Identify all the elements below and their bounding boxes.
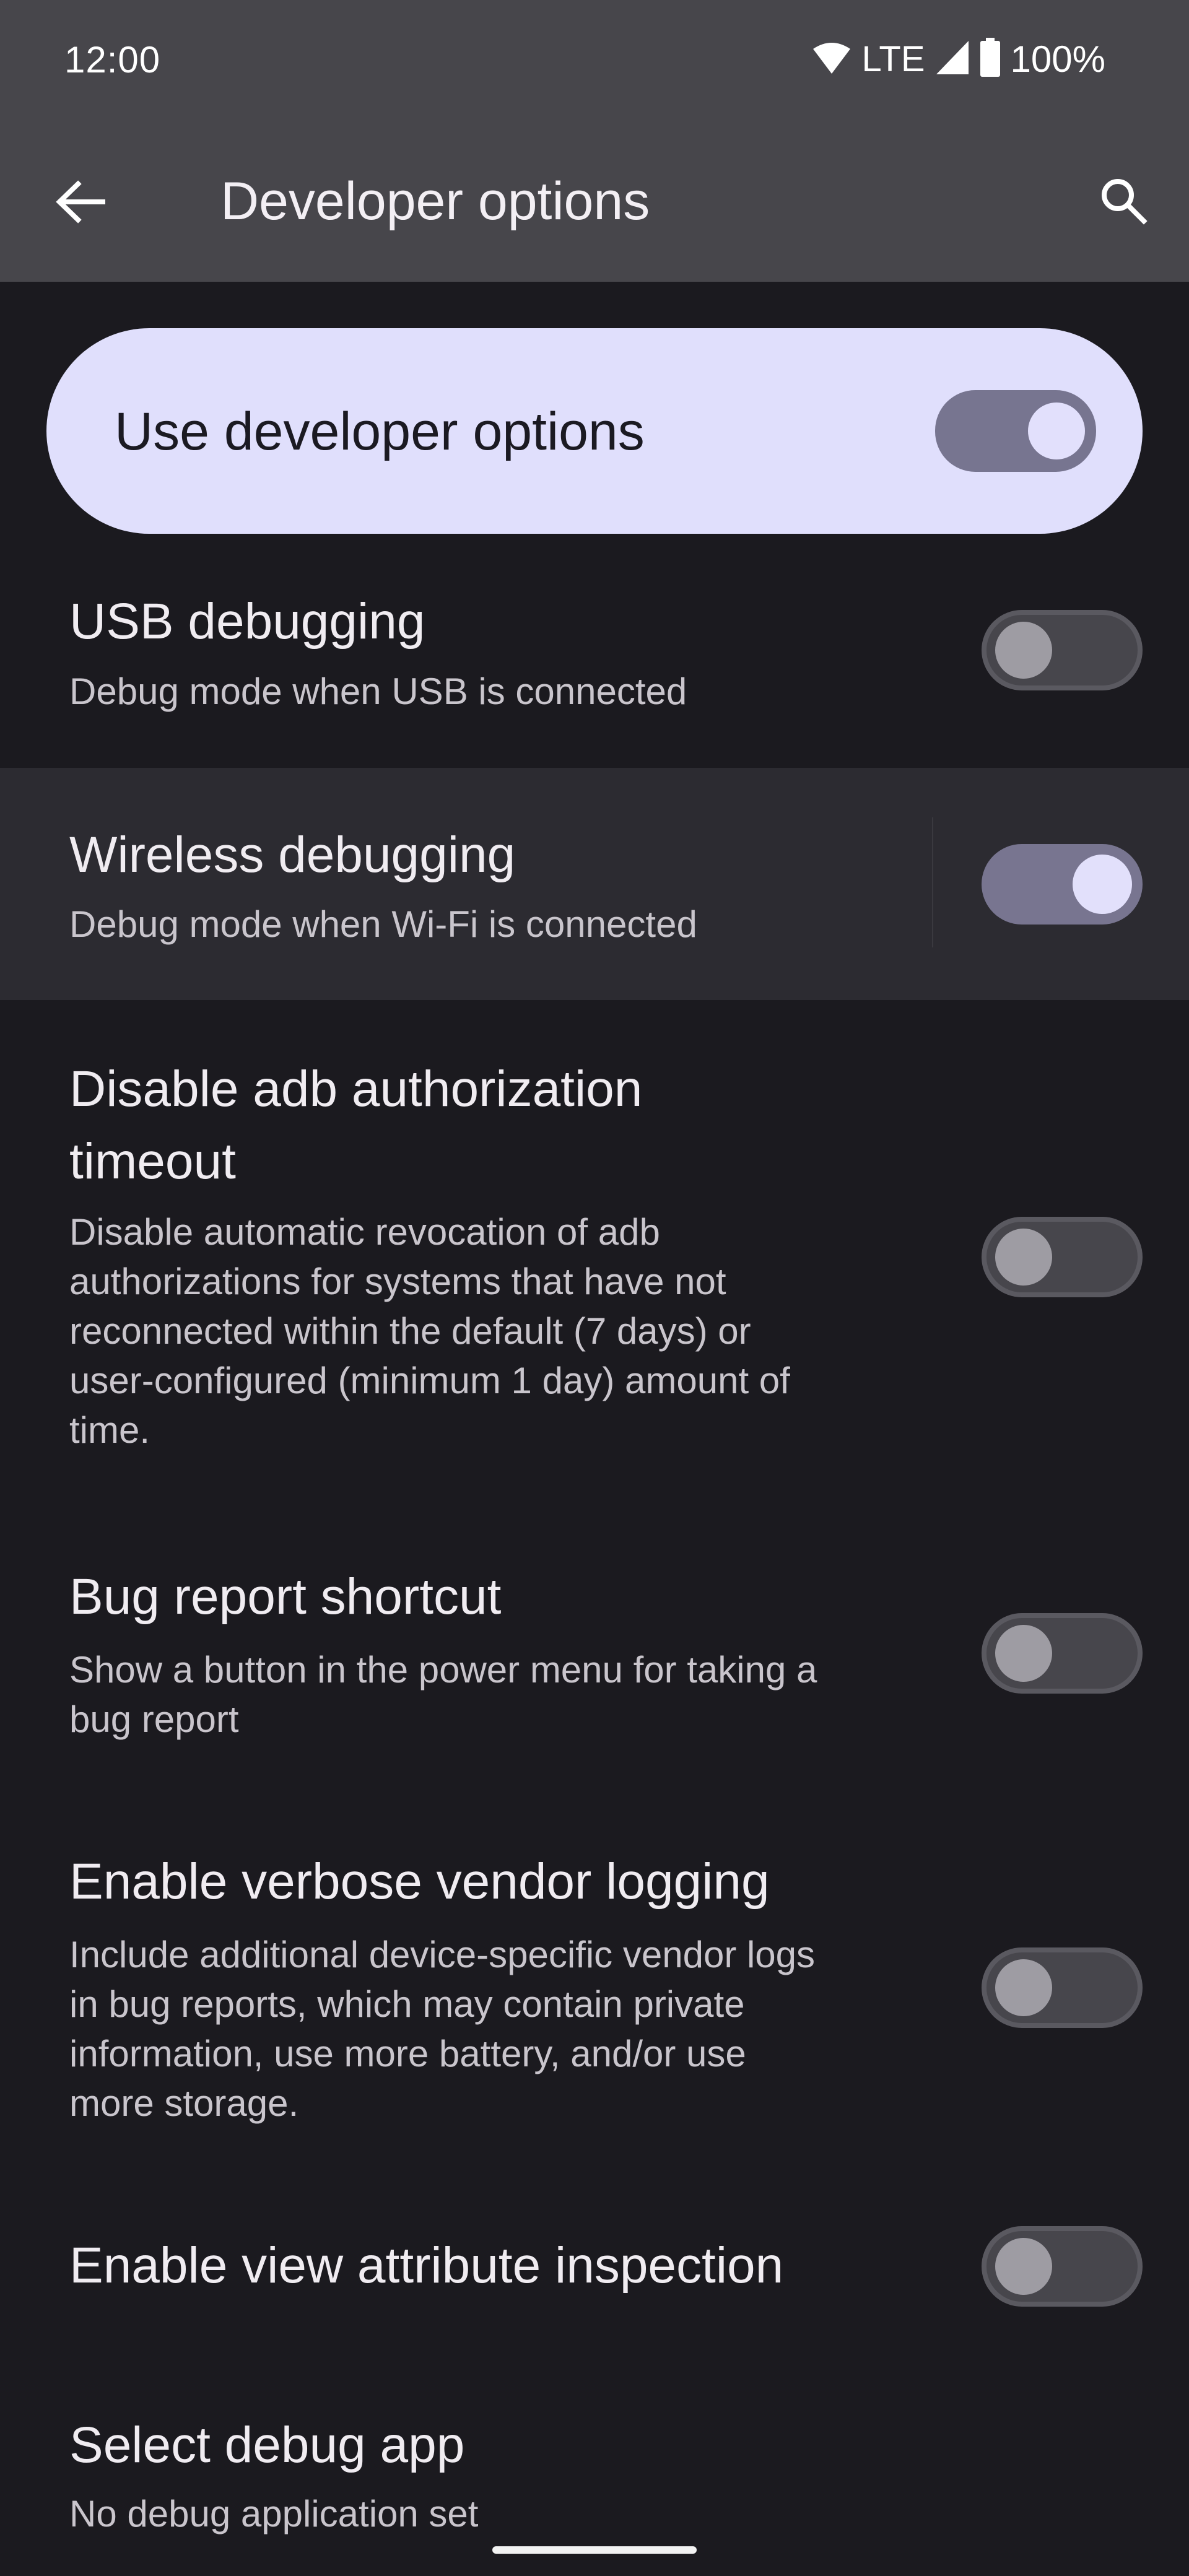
back-button[interactable] [50,172,111,234]
setting-subtitle-line: Disable automatic revocation of adb [69,1211,660,1253]
setting-title: Select debug app [69,2417,465,2473]
setting-subtitle-line: user-configured (minimum 1 day) amount o… [69,1360,790,1401]
cell-signal-icon [935,40,970,79]
battery-percent: 100% [1010,38,1105,80]
setting-verbose-vendor-logging[interactable]: Enable verbose vendor logging Include ad… [0,1845,1189,2143]
setting-title: Enable verbose vendor logging [69,1853,770,1910]
row-divider [932,817,933,947]
usb-debugging-toggle[interactable] [982,610,1143,690]
setting-subtitle-line: authorizations for systems that have not [69,1261,726,1302]
setting-subtitle-line: in bug reports, which may contain privat… [69,1983,745,2025]
battery-icon [980,37,1001,80]
setting-title: Wireless debugging [69,827,516,883]
search-icon [1098,175,1148,228]
setting-title-line: timeout [69,1133,236,1190]
setting-subtitle: Debug mode when Wi-Fi is connected [69,903,697,945]
toggle-thumb [995,1625,1052,1682]
toggle-thumb [995,1229,1052,1286]
gesture-nav-handle[interactable] [492,2546,697,2554]
setting-bug-report-shortcut[interactable]: Bug report shortcut Show a button in the… [0,1560,1189,1759]
setting-wireless-debugging[interactable]: Wireless debugging Debug mode when Wi-Fi… [0,768,1189,1000]
disable-adb-timeout-toggle[interactable] [982,1217,1143,1297]
search-button[interactable] [1089,167,1157,235]
wifi-icon [812,40,851,78]
toggle-thumb [1073,855,1132,914]
setting-subtitle-line: Show a button in the power menu for taki… [69,1649,817,1690]
setting-usb-debugging[interactable]: USB debugging Debug mode when USB is con… [0,579,1189,765]
arrow-back-icon [56,180,105,227]
toggle-thumb [995,622,1052,679]
use-developer-options-toggle[interactable] [935,390,1096,472]
setting-title-line: Disable adb authorization [69,1061,643,1117]
use-developer-options-label: Use developer options [115,402,645,461]
setting-title: Enable view attribute inspection [69,2237,784,2294]
bug-report-shortcut-toggle[interactable] [982,1613,1143,1694]
setting-subtitle: No debug application set [69,2493,479,2535]
setting-disable-adb-authorization-timeout[interactable]: Disable adb authorization timeout Disabl… [0,1053,1189,1486]
view-attribute-inspection-toggle[interactable] [982,2226,1143,2307]
setting-subtitle-line: time. [69,1409,150,1451]
setting-subtitle-line: more storage. [69,2082,299,2124]
page-title: Developer options [220,172,650,231]
wireless-debugging-toggle[interactable] [982,844,1143,925]
setting-title: Bug report shortcut [69,1569,502,1625]
verbose-vendor-logging-toggle[interactable] [982,1947,1143,2028]
status-icons: LTE 100% [812,37,1105,80]
setting-select-debug-app[interactable]: Select debug app No debug application se… [0,2409,1189,2557]
network-type: LTE [861,38,925,79]
setting-subtitle-line: information, use more battery, and/or us… [69,2033,746,2074]
use-developer-options-card[interactable]: Use developer options [46,328,1143,534]
top-app-bar: 12:00 LTE 100% Developer options [0,0,1189,282]
status-time: 12:00 [64,39,161,80]
setting-subtitle-line: Include additional device-specific vendo… [69,1934,816,1975]
setting-subtitle: Debug mode when USB is connected [69,671,687,712]
toggle-thumb [995,2238,1052,2295]
setting-view-attribute-inspection[interactable]: Enable view attribute inspection [0,2204,1189,2328]
setting-subtitle-line: bug report [69,1699,239,1740]
setting-title: USB debugging [69,593,425,650]
toggle-thumb [995,1959,1052,2016]
toggle-thumb [1028,402,1085,459]
setting-subtitle-line: reconnected within the default (7 days) … [69,1310,751,1352]
